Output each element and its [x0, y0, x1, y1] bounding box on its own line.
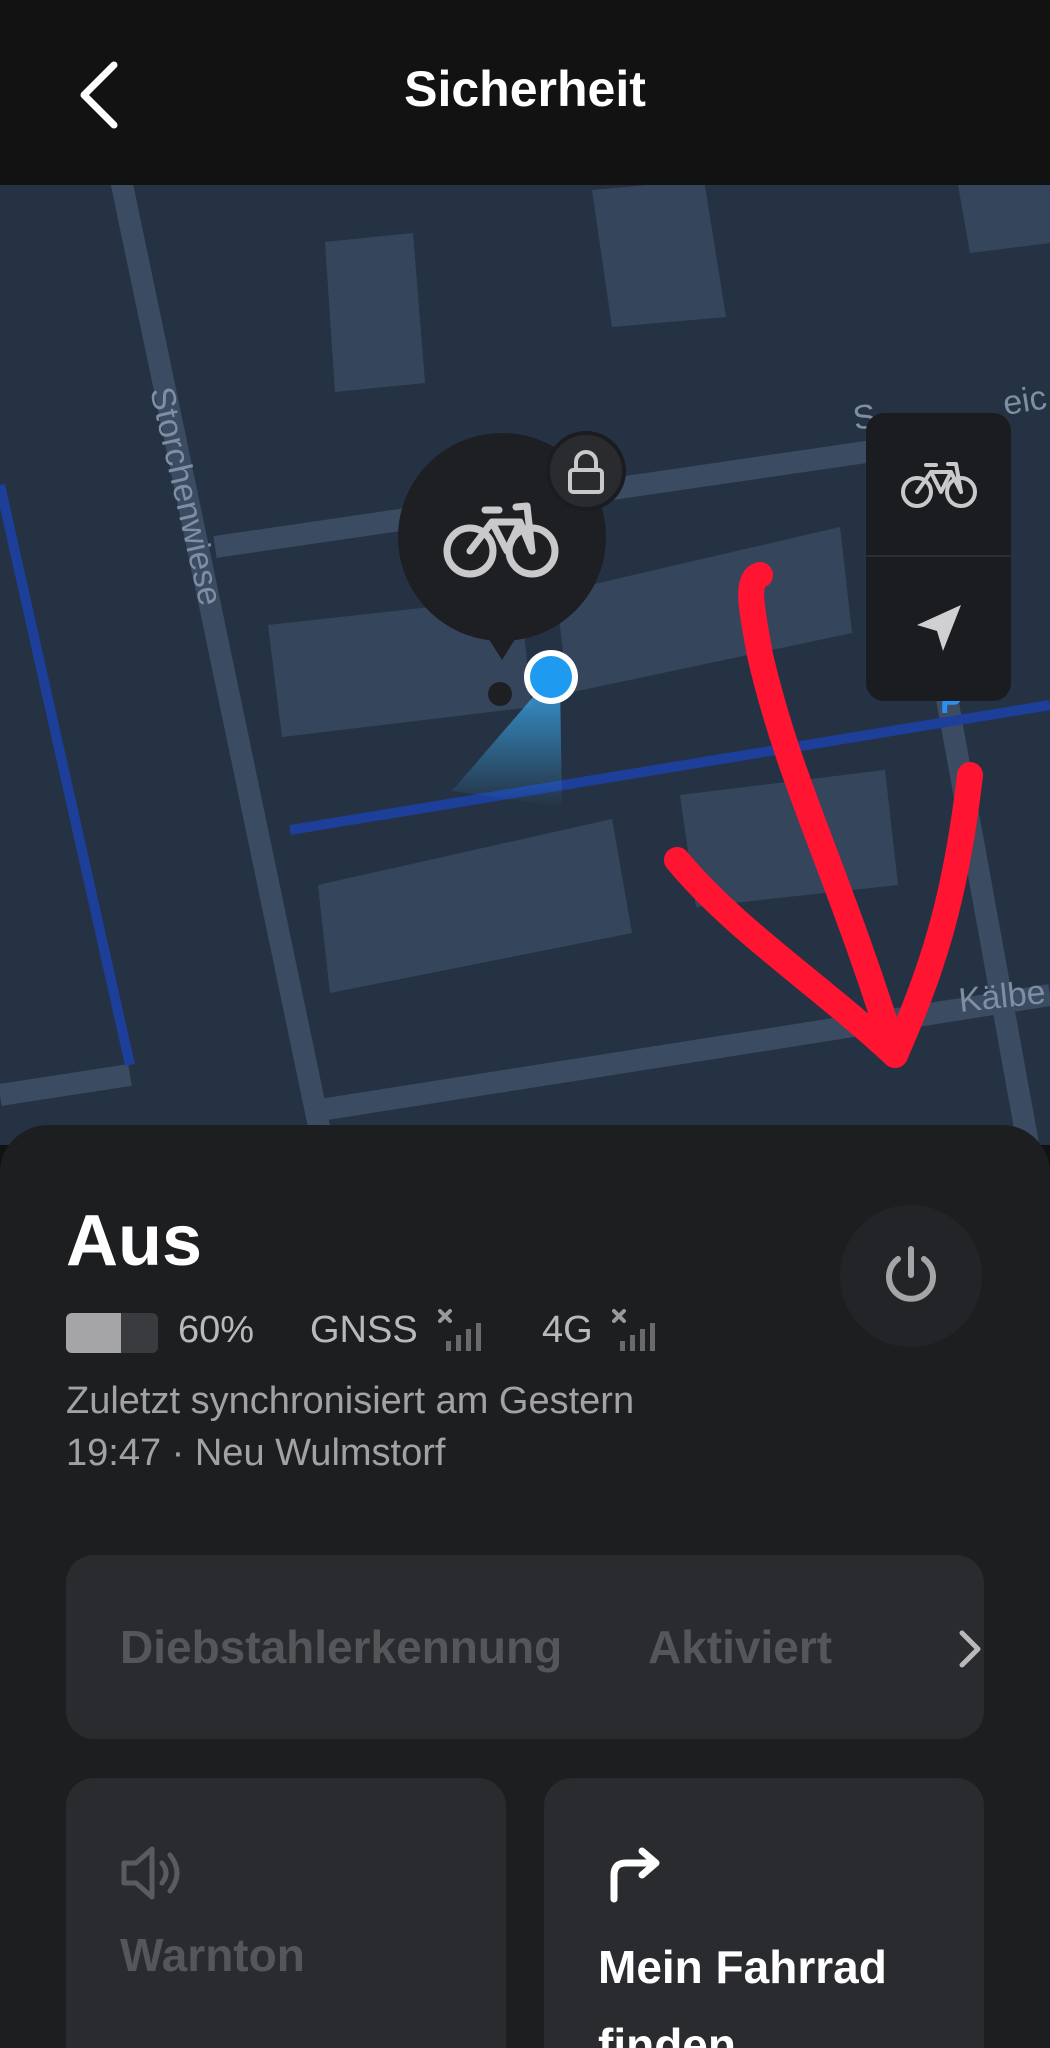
theft-detection-row[interactable]: Diebstahlerkennung Aktiviert [66, 1555, 984, 1739]
battery-percentage: 60% [178, 1309, 255, 1351]
find-my-bike-label: Mein Fahrrad finden [598, 1941, 887, 2048]
app-screen: Sicherheit Storchenwiese Kälbe S eic P A… [0, 0, 1050, 2048]
lock-badge-icon [546, 431, 626, 511]
street-label-kaelbe: Kälbe [957, 973, 1047, 1020]
theft-detection-value: Aktiviert [648, 1621, 833, 1673]
map-controls [866, 413, 1011, 701]
battery-level-fill [66, 1313, 122, 1353]
center-on-bike-button[interactable] [866, 413, 1011, 557]
street-label-storchenwiese: Storchenwiese [142, 383, 229, 609]
lte-no-signal-icon [612, 1309, 655, 1351]
lock-status-title: Aus [66, 1201, 203, 1281]
alarm-sound-button[interactable]: Warnton [66, 1778, 506, 2048]
gnss-no-signal-icon [438, 1309, 481, 1351]
bicycle-icon [900, 462, 977, 508]
last-sync-info: Zuletzt synchronisiert am Gestern 19:47 … [66, 1375, 826, 1479]
last-sync-date: Zuletzt synchronisiert am Gestern [66, 1380, 635, 1422]
navigation-arrow-icon [916, 605, 961, 651]
chevron-right-icon [959, 1630, 981, 1668]
speaker-icon [121, 1846, 180, 1900]
find-my-bike-button[interactable]: Mein Fahrrad finden [544, 1778, 984, 2048]
map-view[interactable]: Storchenwiese Kälbe S eic P [0, 185, 1050, 1145]
app-header: Sicherheit [0, 0, 1050, 185]
locate-me-button[interactable] [866, 557, 1011, 701]
status-panel: Aus 60% GNSS 4G Zuletzt synchronisiert a… [0, 1125, 1050, 2048]
page-title: Sicherheit [404, 61, 646, 117]
turn-right-arrow-icon [610, 1847, 660, 1903]
power-button[interactable] [840, 1205, 982, 1347]
last-sync-time-location: 19:47 · Neu Wulmstorf [66, 1432, 446, 1474]
battery-icon [66, 1313, 158, 1353]
theft-detection-label: Diebstahlerkennung [120, 1621, 563, 1673]
alarm-sound-label: Warnton [120, 1929, 305, 1981]
power-icon [886, 1246, 936, 1302]
gnss-label: GNSS [310, 1309, 418, 1351]
lte-label: 4G [542, 1309, 593, 1351]
